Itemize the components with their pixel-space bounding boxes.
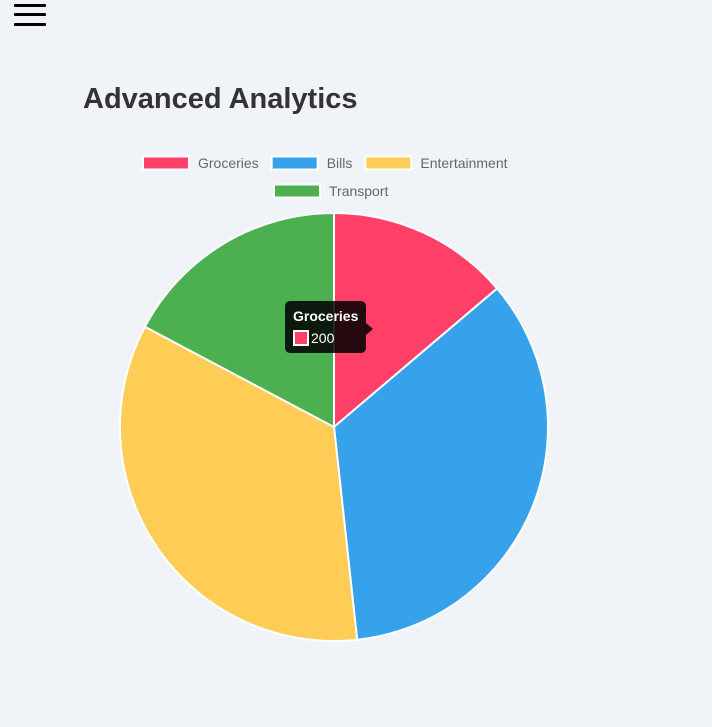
legend-item-transport[interactable]: Transport — [273, 183, 389, 199]
legend-label-groceries: Groceries — [198, 155, 259, 171]
legend-item-bills[interactable]: Bills — [270, 155, 353, 171]
tooltip-value: 200 — [311, 330, 335, 346]
pie-chart[interactable]: Groceries Bills Entertainment Transport — [0, 0, 712, 727]
tooltip-color-swatch — [293, 330, 309, 346]
legend-swatch-groceries — [142, 155, 190, 171]
legend-label-transport: Transport — [329, 183, 389, 199]
chart-legend: Groceries Bills Entertainment Transport — [142, 155, 508, 199]
legend-label-bills: Bills — [327, 155, 353, 171]
tooltip-title: Groceries — [293, 308, 359, 324]
chart-tooltip: Groceries 200 — [285, 301, 374, 353]
legend-swatch-bills — [270, 155, 319, 171]
legend-swatch-entertainment — [364, 155, 413, 171]
legend-item-groceries[interactable]: Groceries — [142, 155, 259, 171]
pie-slices — [119, 211, 549, 643]
legend-item-entertainment[interactable]: Entertainment — [364, 155, 508, 171]
legend-swatch-transport — [273, 183, 321, 199]
legend-label-entertainment: Entertainment — [420, 155, 507, 171]
